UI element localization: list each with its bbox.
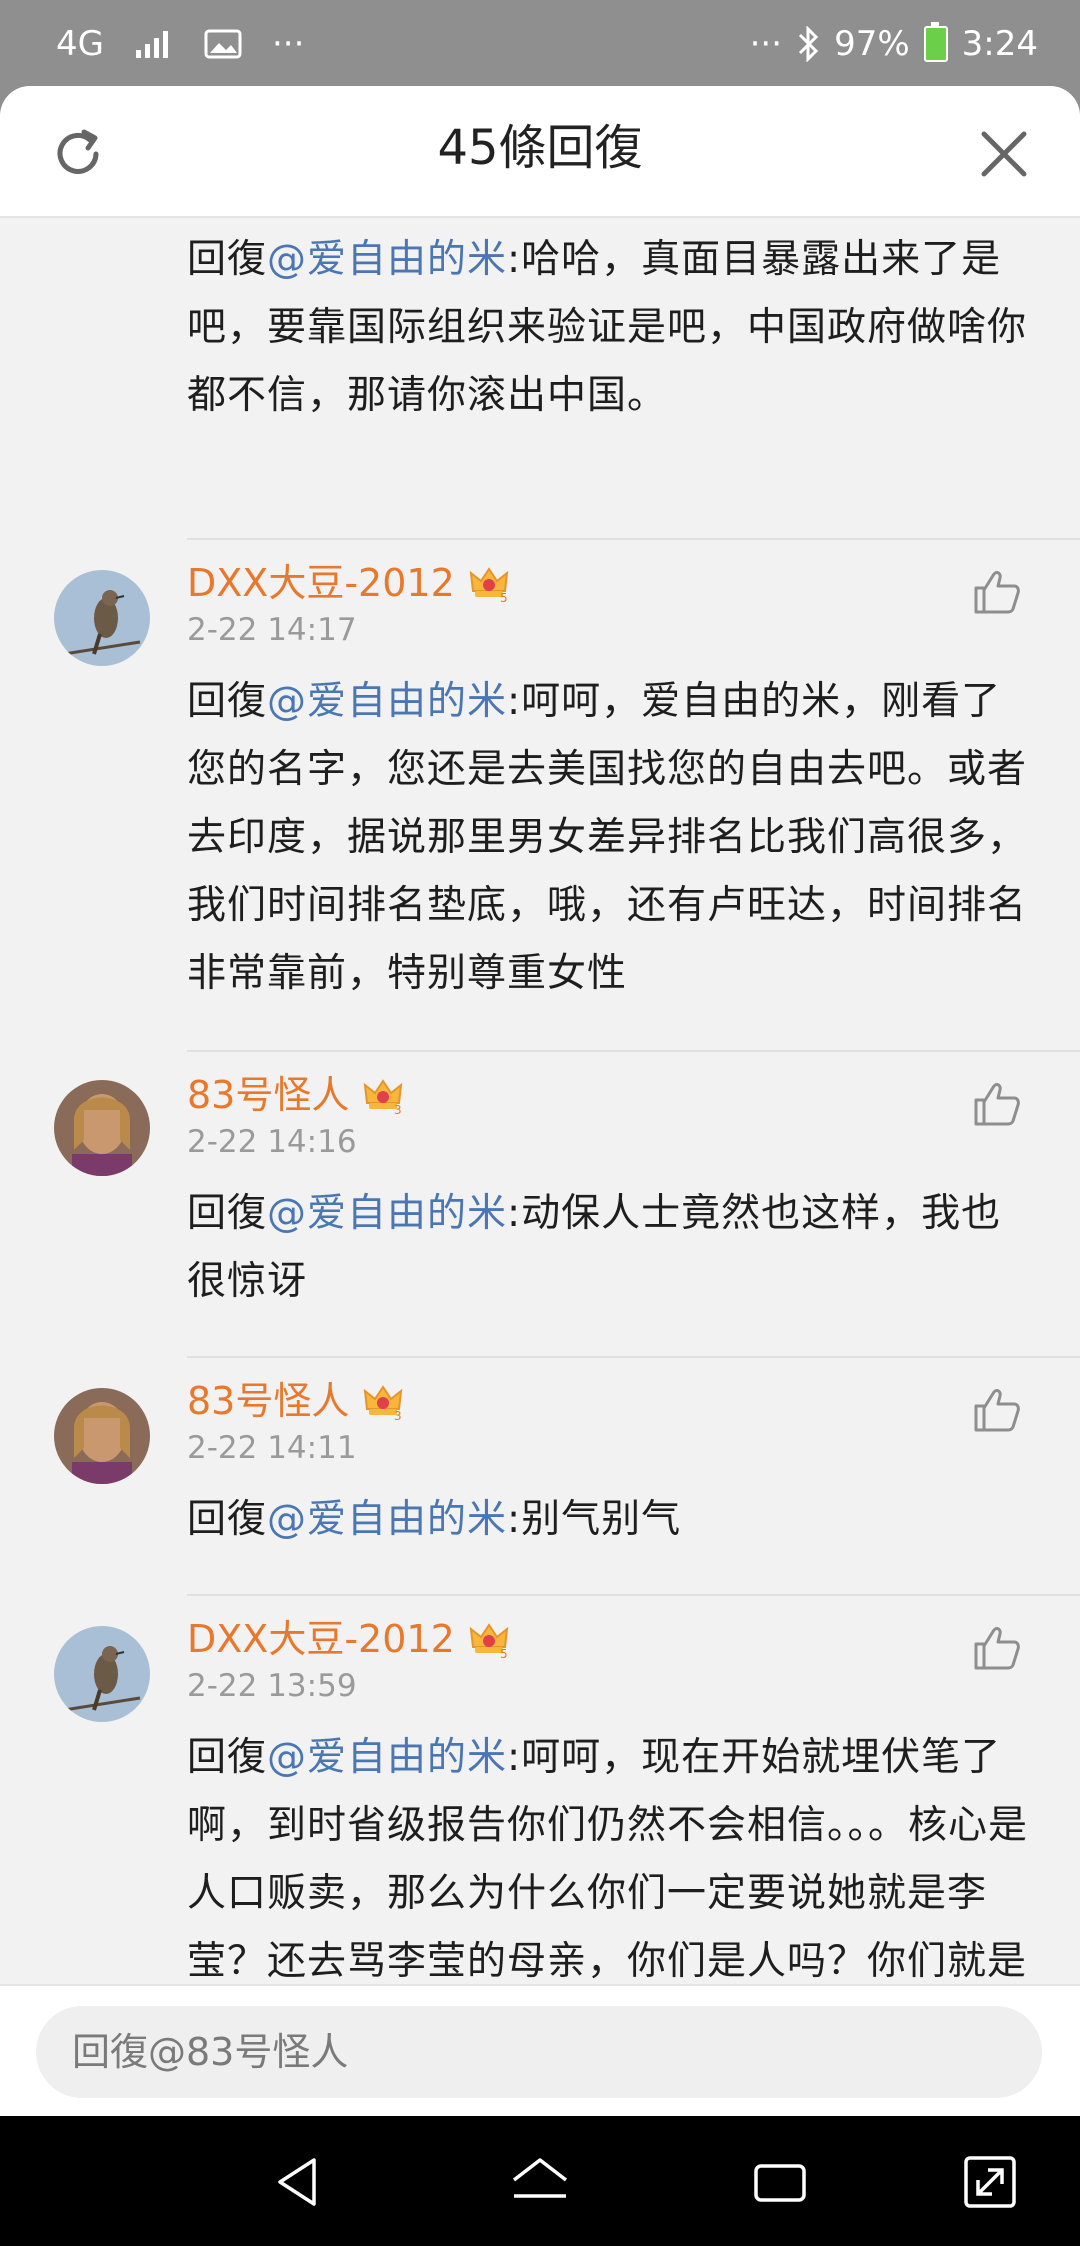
vip-crown-icon: 3 (364, 1385, 403, 1423)
recents-icon[interactable] (748, 2150, 812, 2214)
page-title: 45條回復 (437, 120, 643, 176)
list-item[interactable]: DXX大豆-2012 5 2-22 14:17 回復@爱自由的米:呵呵，爱自由的… (0, 540, 1080, 1052)
clock: 3:24 (961, 24, 1038, 64)
thumbs-up-icon[interactable] (972, 1386, 1022, 1434)
svg-text:5: 5 (500, 591, 508, 605)
timestamp: 2-22 14:11 (187, 1430, 357, 1466)
thumbs-up-icon[interactable] (972, 1624, 1022, 1672)
comment-list[interactable]: 回復@爱自由的米:哈哈，真面目暴露出来了是吧，要靠国际组织来验证是吧，中国政府做… (0, 218, 1080, 2116)
more-notifications: ··· (271, 24, 305, 64)
username[interactable]: DXX大豆-2012 5 (187, 1614, 511, 1664)
mention-link[interactable]: @爱自由的米 (267, 679, 507, 724)
timestamp: 2-22 14:16 (187, 1124, 357, 1160)
username[interactable]: 83号怪人 3 (187, 1070, 405, 1120)
thumbs-up-icon[interactable] (972, 1080, 1022, 1128)
username[interactable]: 83号怪人 3 (187, 1376, 405, 1426)
rotate-screen-icon[interactable] (958, 2150, 1022, 2214)
vip-crown-icon: 5 (469, 567, 509, 605)
avatar[interactable] (54, 1080, 150, 1176)
battery-percent: 97% (834, 24, 910, 64)
timestamp: 2-22 14:17 (187, 612, 357, 648)
avatar[interactable] (54, 570, 150, 666)
svg-text:3: 3 (394, 1103, 402, 1117)
network-type: 4G (56, 24, 104, 64)
mention-link[interactable]: @爱自由的米 (267, 1191, 507, 1236)
more-status: ··· (749, 24, 783, 64)
svg-text:5: 5 (500, 1647, 508, 1661)
replies-sheet: 45條回復 回復@爱自由的米:哈哈，真面目暴露出来了是吧，要靠国际组织来验证是吧… (0, 86, 1080, 2116)
avatar[interactable] (54, 1626, 150, 1722)
close-icon[interactable] (976, 126, 1032, 182)
vip-crown-icon: 5 (469, 1623, 509, 1661)
svg-text:3: 3 (394, 1409, 402, 1423)
reply-input[interactable] (36, 2006, 1042, 2098)
list-item[interactable]: 83号怪人 3 2-22 14:16 回復@爱自由的米:动保人士竟然也这样，我也… (0, 1052, 1080, 1358)
back-icon[interactable] (268, 2150, 332, 2214)
comment-text: 回復@爱自由的米:别气别气 (187, 1497, 682, 1542)
mention-link[interactable]: @爱自由的米 (267, 237, 507, 282)
comment-text: 回復@爱自由的米:哈哈，真面目暴露出来了是吧，要靠国际组织来验证是吧，中国政府做… (187, 237, 1028, 418)
battery-icon (923, 22, 948, 62)
status-bar: 4G ··· ··· 97% 3:24 (0, 0, 1080, 88)
timestamp: 2-22 13:59 (187, 1668, 357, 1704)
image-icon (204, 29, 242, 59)
thumbs-up-icon[interactable] (972, 568, 1022, 616)
bluetooth-icon (799, 26, 819, 62)
list-item[interactable]: 83号怪人 3 2-22 14:11 回復@爱自由的米:别气别气 (0, 1358, 1080, 1596)
signal-icon (135, 31, 168, 58)
home-icon[interactable] (508, 2150, 572, 2214)
comment-text: 回復@爱自由的米:呵呵，爱自由的米，刚看了您的名字，您还是去美国找您的自由去吧。… (187, 679, 1028, 996)
reply-bar (0, 1984, 1080, 2118)
mention-link[interactable]: @爱自由的米 (267, 1497, 507, 1542)
list-item[interactable]: 回復@爱自由的米:哈哈，真面目暴露出来了是吧，要靠国际组织来验证是吧，中国政府做… (0, 218, 1080, 540)
vip-crown-icon: 3 (364, 1079, 403, 1117)
avatar[interactable] (54, 1388, 150, 1484)
sheet-header: 45條回復 (0, 86, 1080, 218)
comment-text: 回復@爱自由的米:动保人士竟然也这样，我也很惊讶 (187, 1191, 1002, 1304)
system-nav-bar (0, 2116, 1080, 2246)
username[interactable]: DXX大豆-2012 5 (187, 558, 511, 608)
mention-link[interactable]: @爱自由的米 (267, 1735, 507, 1780)
